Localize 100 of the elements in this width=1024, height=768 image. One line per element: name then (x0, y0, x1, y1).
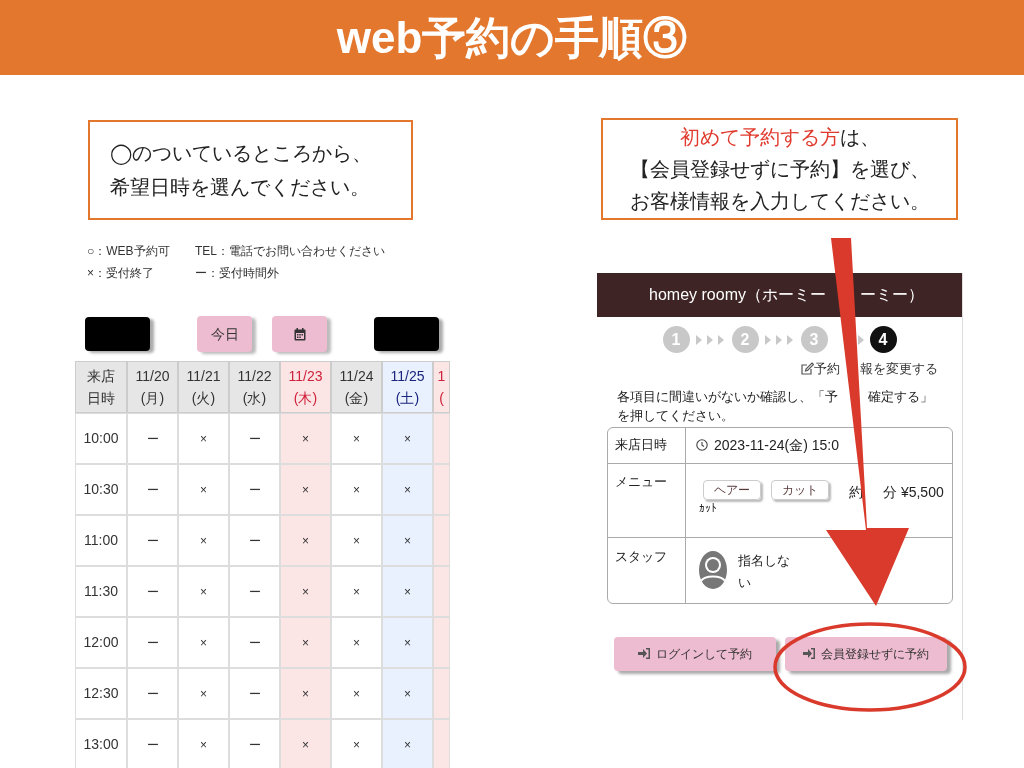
slot-cell: ー (127, 413, 178, 464)
date-header: 11/22 (水) (229, 361, 280, 413)
clock-icon (696, 439, 708, 451)
slot-cell (433, 464, 450, 515)
date-header: 11/24 (金) (331, 361, 382, 413)
callout-text: ◯のついているところから、 (110, 141, 373, 167)
time-cell: 12:30 (75, 668, 127, 719)
callout-text: 【会員登録せずに予約】を選び、 (629, 157, 930, 182)
calendar-icon (293, 327, 306, 341)
avatar-icon (698, 549, 728, 590)
time-cell: 10:00 (75, 413, 127, 464)
slot-cell: ー (127, 668, 178, 719)
slot-cell: ー (127, 515, 178, 566)
menu-tag: ヘアー (703, 479, 761, 500)
edit-link[interactable]: 報を変更する (860, 359, 938, 379)
today-button[interactable]: 今日 (197, 316, 252, 352)
slot-cell (433, 515, 450, 566)
slide-title: web予約の手順③ (336, 11, 688, 64)
slot-cell: ー (229, 464, 280, 515)
slot-cell: × (178, 515, 229, 566)
row-label: 来店日時 (608, 427, 686, 463)
slot-cell: × (280, 566, 331, 617)
slot-cell (433, 566, 450, 617)
chevrons-icon (764, 334, 795, 345)
reserve-button[interactable]: ログインして予約 (614, 636, 776, 671)
time-cell: 12:00 (75, 617, 127, 668)
slot-cell (433, 668, 450, 719)
date-header: 11/23 (木) (280, 361, 331, 413)
slot-cell: × (331, 464, 382, 515)
row-label: メニュー (608, 463, 686, 537)
chevron-icon (857, 334, 864, 345)
slot-cell: × (382, 719, 433, 768)
slot-cell: ー (127, 566, 178, 617)
slot-cell: × (280, 668, 331, 719)
edit-link[interactable]: 予約 (814, 359, 840, 379)
legend-text: TEL：電話でお問い合わせください (195, 243, 386, 260)
sign-in-icon (803, 648, 816, 659)
time-cell: 11:00 (75, 515, 127, 566)
slot-cell: × (382, 464, 433, 515)
slot-cell: × (382, 413, 433, 464)
slot-cell: × (178, 464, 229, 515)
slot-cell: × (178, 719, 229, 768)
slot-cell: × (280, 464, 331, 515)
time-cell: 11:30 (75, 566, 127, 617)
slot-cell: × (331, 566, 382, 617)
instruction-text: 各項目に間違いがないか確認し、「予 (617, 387, 838, 406)
row-label: スタッフ (608, 537, 686, 603)
date-value: 2023-11-24(金) 15:0 (714, 435, 840, 455)
date-header: 1 ( (433, 361, 450, 413)
shop-name: ーミー） (859, 285, 924, 305)
date-header: 11/20 (月) (127, 361, 178, 413)
slot-cell: × (331, 515, 382, 566)
time-cell: 10:30 (75, 464, 127, 515)
slot-cell: × (382, 668, 433, 719)
slot-cell: × (280, 617, 331, 668)
menu-name: ｶｯﾄ (699, 500, 718, 516)
slot-cell: ー (229, 566, 280, 617)
chevrons-icon (695, 334, 726, 345)
slot-cell: ー (229, 413, 280, 464)
date-header: 11/21 (火) (178, 361, 229, 413)
price-text: 分 ¥5,500 (882, 483, 944, 500)
calendar-button[interactable] (272, 316, 327, 352)
slot-cell: × (382, 566, 433, 617)
slot-cell (433, 413, 450, 464)
redaction-block (374, 317, 439, 351)
slot-cell: × (331, 413, 382, 464)
slot-cell: × (331, 719, 382, 768)
sign-in-icon (638, 648, 651, 659)
instruction-text: を押してください。 (617, 407, 734, 423)
legend-text: ー：受付時間外 (195, 265, 280, 282)
redaction-block (85, 317, 150, 351)
header-cell: 来店 日時 (75, 361, 127, 413)
reserve-button[interactable]: 会員登録せずに予約 (785, 636, 947, 671)
slot-cell: ー (127, 464, 178, 515)
slot-cell: × (178, 566, 229, 617)
callout-text: お客様情報を入力してください。 (629, 189, 930, 214)
slot-cell: × (331, 668, 382, 719)
shop-name: homey roomy（ホーミー (649, 285, 826, 305)
slot-cell: ー (127, 719, 178, 768)
slot-cell: ー (229, 515, 280, 566)
slot-cell: × (178, 413, 229, 464)
slot-cell: ー (229, 719, 280, 768)
duration-text: 約 (849, 483, 863, 500)
slot-cell: ー (229, 617, 280, 668)
callout-text: 初めて予約する方は、 (679, 125, 880, 150)
slot-cell: × (178, 617, 229, 668)
slot-cell: × (382, 515, 433, 566)
slot-cell: × (280, 413, 331, 464)
slot-cell: ー (229, 668, 280, 719)
slot-cell: × (382, 617, 433, 668)
staff-value: 指名しない (738, 551, 791, 592)
slot-cell: × (178, 668, 229, 719)
slot-cell: × (280, 719, 331, 768)
edit-icon (801, 362, 814, 376)
slot-cell (433, 617, 450, 668)
slot-cell: × (331, 617, 382, 668)
menu-tag: カット (771, 479, 829, 500)
legend-text: ×：受付終了 (87, 265, 155, 282)
instruction-text: 確定する」 (868, 387, 933, 406)
date-header: 11/25 (土) (382, 361, 433, 413)
